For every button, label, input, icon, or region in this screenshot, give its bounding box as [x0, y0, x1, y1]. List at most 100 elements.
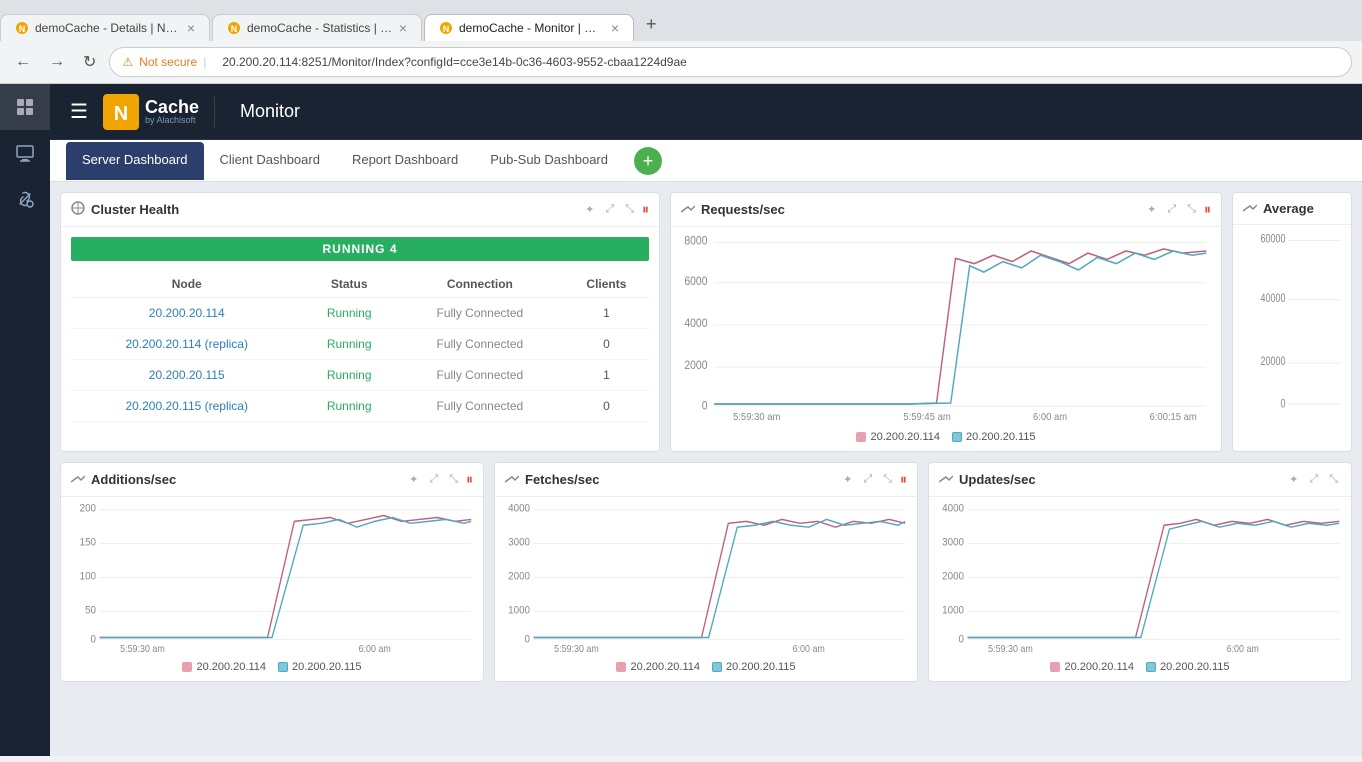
requests-resize-icon[interactable]: ⤡	[1184, 201, 1199, 218]
status-cell: Running	[302, 360, 395, 391]
reload-button[interactable]: ↻	[78, 50, 101, 74]
fetches-resize-icon[interactable]: ⤡	[880, 471, 895, 488]
svg-text:5:59:30 am: 5:59:30 am	[554, 644, 599, 652]
tab-close-2[interactable]: ×	[399, 21, 407, 35]
tab-pubsub-dashboard[interactable]: Pub-Sub Dashboard	[474, 142, 624, 180]
additions-title: Additions/sec	[91, 472, 400, 487]
updates-legend-label-1: 20.200.20.114	[1064, 661, 1134, 673]
connection-cell: Fully Connected	[396, 360, 564, 391]
svg-text:6:00 am: 6:00 am	[1033, 411, 1067, 422]
col-node: Node	[71, 271, 302, 298]
status-cell: Running	[302, 298, 395, 329]
average-chart-card: Average 60000 40000 20000 0	[1232, 192, 1352, 452]
connection-cell: Fully Connected	[396, 298, 564, 329]
browser-tab-3[interactable]: N demoCache - Monitor | NCache ×	[424, 14, 634, 41]
dashboard-content: Cluster Health ✦ ⤢ ⤡ ⏸ RUNNING 4	[50, 182, 1362, 756]
clients-cell: 1	[564, 360, 649, 391]
requests-card-controls: ✦ ⤢ ⤡ ⏸	[1144, 201, 1211, 218]
cluster-expand-icon[interactable]: ⤢	[602, 201, 617, 218]
svg-text:5:59:45 am: 5:59:45 am	[903, 411, 950, 422]
clients-cell: 1	[564, 298, 649, 329]
tab-favicon-2: N	[227, 21, 241, 35]
tab-title-1: demoCache - Details | NCache	[35, 21, 181, 35]
fetches-pause-button[interactable]: ⏸	[900, 471, 907, 488]
browser-tab-1[interactable]: N demoCache - Details | NCache ×	[0, 14, 210, 41]
node-link[interactable]: 20.200.20.115	[149, 368, 225, 382]
additions-resize-icon[interactable]: ⤡	[446, 471, 461, 488]
average-title: Average	[1263, 201, 1341, 216]
hamburger-icon[interactable]: ☰	[70, 99, 88, 124]
additions-settings-icon[interactable]: ✦	[406, 471, 421, 488]
requests-title: Requests/sec	[701, 202, 1138, 217]
node-link[interactable]: 20.200.20.115 (replica)	[125, 399, 248, 413]
cluster-health-card: Cluster Health ✦ ⤢ ⤡ ⏸ RUNNING 4	[60, 192, 660, 452]
logo-icon: N	[103, 94, 139, 130]
updates-settings-icon[interactable]: ✦	[1286, 471, 1301, 488]
svg-text:1000: 1000	[508, 605, 530, 616]
fetches-title: Fetches/sec	[525, 472, 834, 487]
fetches-expand-icon[interactable]: ⤢	[860, 471, 875, 488]
add-dashboard-button[interactable]: +	[634, 147, 662, 175]
svg-text:2000: 2000	[684, 360, 707, 373]
address-bar: ← → ↻ ⚠ Not secure |	[0, 41, 1362, 84]
tab-close-3[interactable]: ×	[611, 21, 619, 35]
requests-header: Requests/sec ✦ ⤢ ⤡ ⏸	[671, 193, 1221, 227]
topbar: ☰ N Cache by Alachisoft Monitor	[50, 84, 1362, 140]
fetches-card-controls: ✦ ⤢ ⤡ ⏸	[840, 471, 907, 488]
cluster-pause-button[interactable]: ⏸	[642, 201, 649, 218]
dashboard-tabs: Server Dashboard Client Dashboard Report…	[50, 140, 1362, 182]
cluster-table: Node Status Connection Clients 20.200.20…	[71, 271, 649, 422]
tab-close-1[interactable]: ×	[187, 21, 195, 35]
svg-text:1000: 1000	[942, 605, 964, 616]
tab-report-dashboard[interactable]: Report Dashboard	[336, 142, 474, 180]
fetches-chart-svg: 4000 3000 2000 1000 0 5:5	[505, 502, 907, 652]
requests-expand-icon[interactable]: ⤢	[1164, 201, 1179, 218]
additions-expand-icon[interactable]: ⤢	[426, 471, 441, 488]
back-button[interactable]: ←	[10, 51, 36, 73]
svg-text:8000: 8000	[684, 235, 707, 248]
node-link[interactable]: 20.200.20.114	[149, 306, 225, 320]
node-link[interactable]: 20.200.20.114 (replica)	[125, 337, 248, 351]
fetches-settings-icon[interactable]: ✦	[840, 471, 855, 488]
svg-text:100: 100	[80, 571, 97, 582]
sidebar-item-grid[interactable]	[0, 84, 50, 130]
cluster-settings-icon[interactable]: ✦	[582, 201, 597, 218]
col-status: Status	[302, 271, 395, 298]
fetches-legend: 20.200.20.114 20.200.20.115	[495, 657, 917, 681]
sidebar	[0, 84, 50, 756]
sidebar-item-tools[interactable]	[0, 176, 50, 222]
updates-header: Updates/sec ✦ ⤢ ⤡	[929, 463, 1351, 497]
security-icon: ⚠	[122, 55, 133, 69]
browser-tab-2[interactable]: N demoCache - Statistics | NCache ×	[212, 14, 422, 41]
svg-text:6:00 am: 6:00 am	[793, 644, 825, 652]
new-tab-button[interactable]: +	[636, 8, 667, 41]
fetches-legend-label-2: 20.200.20.115	[726, 661, 796, 673]
updates-legend: 20.200.20.114 20.200.20.115	[929, 657, 1351, 681]
updates-legend-1: 20.200.20.114	[1050, 661, 1134, 673]
fetches-legend-dot-2	[712, 662, 722, 672]
additions-chart-wrap: 200 150 100 50 0 5:59:30	[61, 497, 483, 657]
fetches-header: Fetches/sec ✦ ⤢ ⤡ ⏸	[495, 463, 917, 497]
additions-legend-2: 20.200.20.115	[278, 661, 362, 673]
updates-resize-icon[interactable]: ⤡	[1326, 471, 1341, 488]
additions-pause-button[interactable]: ⏸	[466, 471, 473, 488]
sidebar-item-monitor[interactable]	[0, 130, 50, 176]
updates-legend-dot-1	[1050, 662, 1060, 672]
cluster-card-controls: ✦ ⤢ ⤡ ⏸	[582, 201, 649, 218]
tab-server-dashboard[interactable]: Server Dashboard	[66, 142, 204, 180]
forward-button[interactable]: →	[44, 51, 70, 73]
svg-text:2000: 2000	[942, 571, 964, 582]
additions-icon	[71, 473, 85, 487]
updates-expand-icon[interactable]: ⤢	[1306, 471, 1321, 488]
requests-pause-button[interactable]: ⏸	[1204, 201, 1211, 218]
requests-legend: 20.200.20.114 20.200.20.115	[671, 427, 1221, 451]
svg-text:6:00:15 am: 6:00:15 am	[1149, 411, 1196, 422]
tab-client-dashboard[interactable]: Client Dashboard	[204, 142, 336, 180]
svg-text:0: 0	[702, 400, 708, 413]
requests-settings-icon[interactable]: ✦	[1144, 201, 1159, 218]
cluster-resize-icon[interactable]: ⤡	[622, 201, 637, 218]
address-input[interactable]	[212, 51, 1339, 73]
updates-chart-svg: 4000 3000 2000 1000 0 5:5	[939, 502, 1341, 652]
tab-title-3: demoCache - Monitor | NCache	[459, 21, 605, 35]
requests-chart-card: Requests/sec ✦ ⤢ ⤡ ⏸ 8000 6000	[670, 192, 1222, 452]
